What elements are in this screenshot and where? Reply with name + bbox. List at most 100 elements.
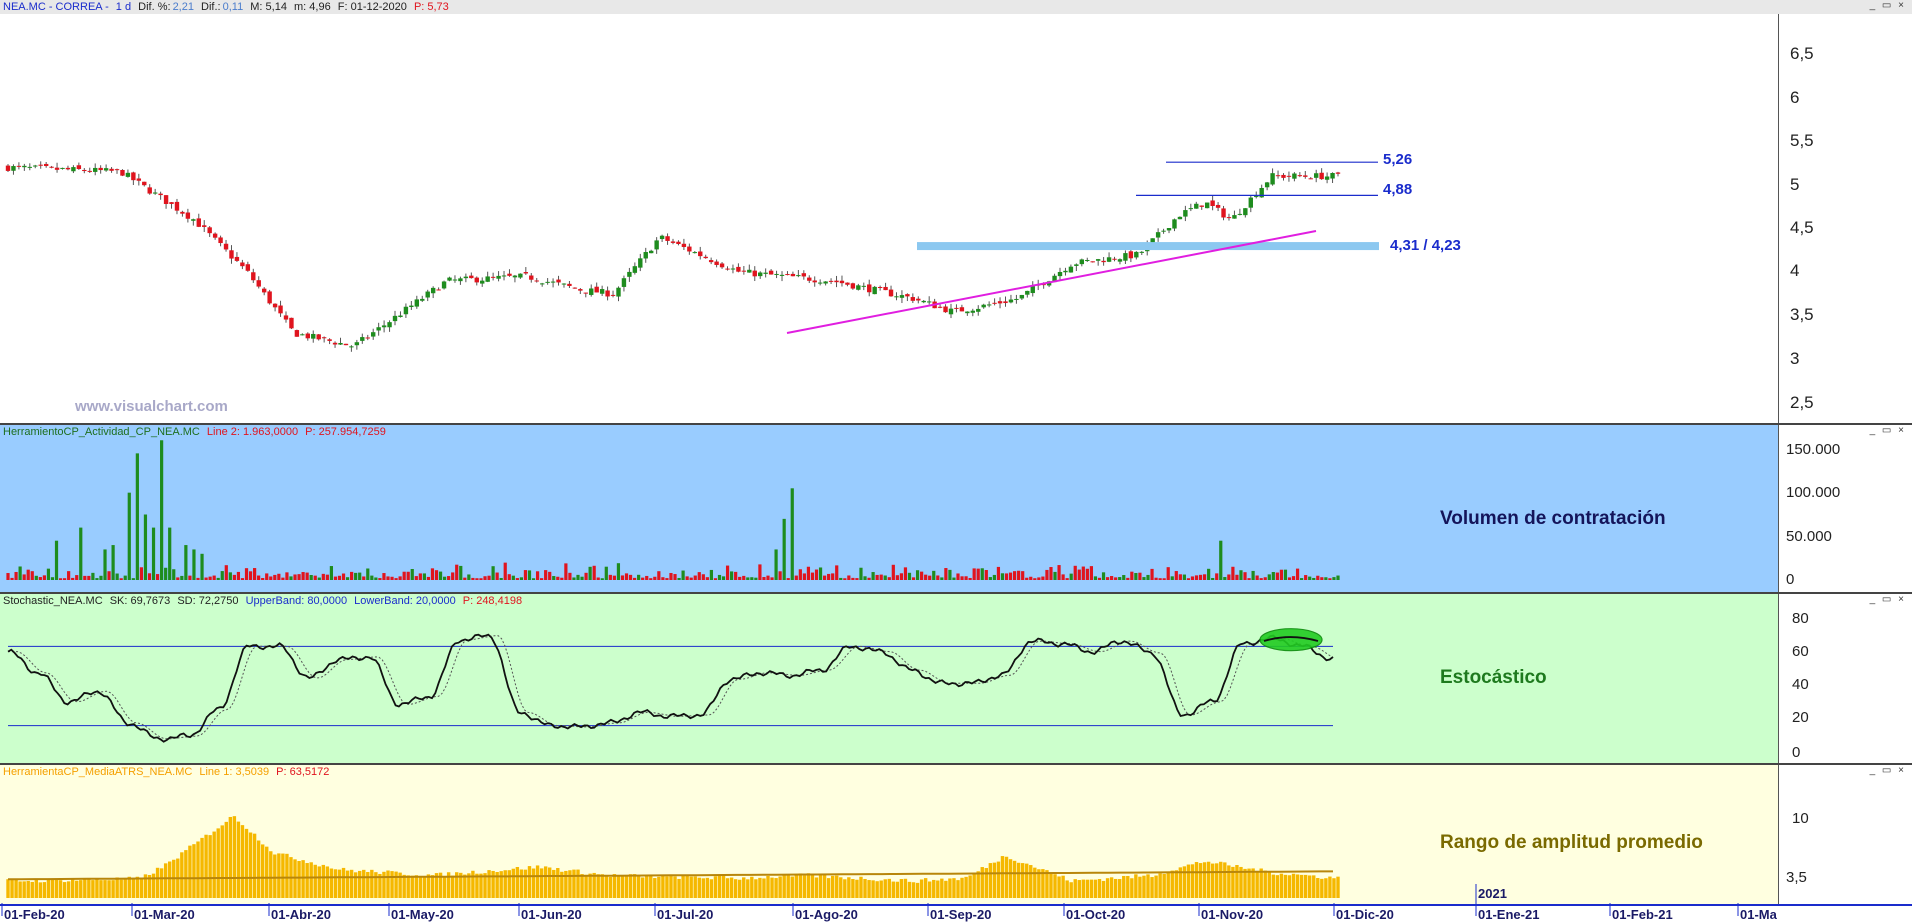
candle-body: [725, 268, 730, 270]
volume-bar: [903, 567, 908, 580]
atr-bar: [640, 877, 645, 898]
volume-bar: [794, 575, 798, 580]
atr-bar: [1146, 874, 1150, 898]
atr-bar: [1299, 874, 1304, 898]
volume-bar: [1162, 578, 1166, 580]
atr-bar: [855, 879, 859, 898]
volume-bar: [451, 572, 455, 580]
volume-bar: [6, 573, 10, 580]
candle-body: [1161, 230, 1166, 232]
atr-indicator-name: HerramientaCP_MediaATRS_NEA.MC: [3, 766, 193, 778]
candle-body: [381, 325, 387, 328]
volume-bar: [1053, 571, 1057, 580]
atr-bar: [790, 876, 794, 898]
atr-bar: [580, 874, 584, 898]
atr-bar: [1150, 877, 1154, 898]
atr-bar: [260, 844, 265, 898]
atr-bar: [576, 869, 580, 898]
candle-body: [1014, 298, 1019, 300]
volume-bar: [984, 570, 988, 580]
atr-bar: [212, 831, 216, 898]
volume-bar: [277, 573, 281, 580]
volume-window-buttons[interactable]: _ ▭ ×: [1870, 425, 1906, 436]
atr-bar: [746, 879, 750, 898]
candle-body: [501, 275, 507, 277]
candle-body: [1215, 204, 1221, 208]
candle-body: [970, 310, 975, 313]
atr-bar: [1275, 875, 1280, 898]
volume-bar: [265, 573, 269, 580]
atr-bar: [988, 863, 993, 898]
x-label: 01-Ma: [1740, 907, 1777, 922]
volume-bar: [99, 575, 103, 580]
atr-window-buttons[interactable]: _ ▭ ×: [1870, 765, 1906, 776]
atr-bar: [653, 878, 657, 898]
candle-body: [1237, 213, 1243, 215]
atr-bar: [487, 870, 491, 898]
volume-bar: [180, 575, 184, 580]
atr-bar: [18, 881, 22, 898]
volume-bar: [354, 572, 358, 580]
atr-bar: [426, 874, 431, 898]
volume-bar: [143, 514, 148, 580]
volume-bar: [924, 574, 928, 580]
atr-bar: [1223, 862, 1227, 898]
volume-bar: [1061, 574, 1065, 580]
volume-bar: [362, 576, 366, 580]
atr-bar: [1291, 873, 1296, 898]
period-label: 1 d: [115, 1, 132, 13]
atr-bar: [968, 875, 972, 898]
atr-bar: [402, 874, 406, 898]
candle-body: [670, 241, 676, 243]
volume-bar: [1223, 577, 1227, 580]
candle-body: [703, 256, 708, 259]
atr-bar: [940, 878, 944, 898]
volume-bar: [1037, 577, 1041, 580]
atr-bar: [915, 882, 920, 898]
price-tick: 2,5: [1790, 393, 1814, 412]
atr-bar: [1336, 876, 1340, 898]
candle-body: [561, 283, 567, 285]
candle-body: [801, 273, 807, 277]
candle-body: [245, 264, 251, 271]
atr-bar: [527, 866, 532, 898]
atr-bar: [738, 879, 742, 898]
volume-bar: [1004, 573, 1009, 580]
candle-body: [22, 165, 27, 168]
atr-bar: [624, 875, 629, 898]
atr-bar: [1259, 868, 1263, 898]
stoch-window-buttons[interactable]: _ ▭ ×: [1870, 594, 1906, 605]
atr-bar: [309, 862, 313, 898]
atr-bar: [1219, 861, 1223, 898]
volume-bar: [200, 553, 204, 580]
support-zone: [917, 242, 1379, 251]
atr-bar: [382, 871, 386, 898]
atr-bar: [42, 882, 47, 898]
volume-bar: [713, 578, 718, 580]
candle-body: [545, 281, 550, 283]
atr-bar: [414, 875, 418, 898]
candle-body: [632, 266, 638, 273]
atr-bar: [333, 869, 338, 898]
volume-bar: [669, 572, 673, 580]
atr-bar: [10, 879, 14, 898]
candle-body: [665, 236, 670, 241]
atr-bar: [200, 837, 204, 898]
atr-bar: [875, 881, 879, 898]
candle-body: [327, 339, 332, 341]
atr-bar: [1247, 868, 1251, 898]
atr-bar: [50, 879, 55, 898]
volume-bar: [54, 540, 59, 580]
atr-bar: [697, 877, 701, 898]
atr-bar: [911, 882, 916, 898]
atr-bar: [552, 869, 556, 898]
price-window-buttons[interactable]: _ ▭ ×: [1870, 0, 1906, 11]
x-label: 01-Jun-20: [521, 907, 582, 922]
atr-bar: [151, 873, 156, 898]
candle-body: [463, 276, 469, 279]
volume-bar: [960, 576, 964, 580]
candle-body: [719, 263, 725, 268]
volume-bar: [18, 566, 22, 580]
candle-body: [267, 291, 272, 304]
atr-bar: [693, 876, 697, 898]
